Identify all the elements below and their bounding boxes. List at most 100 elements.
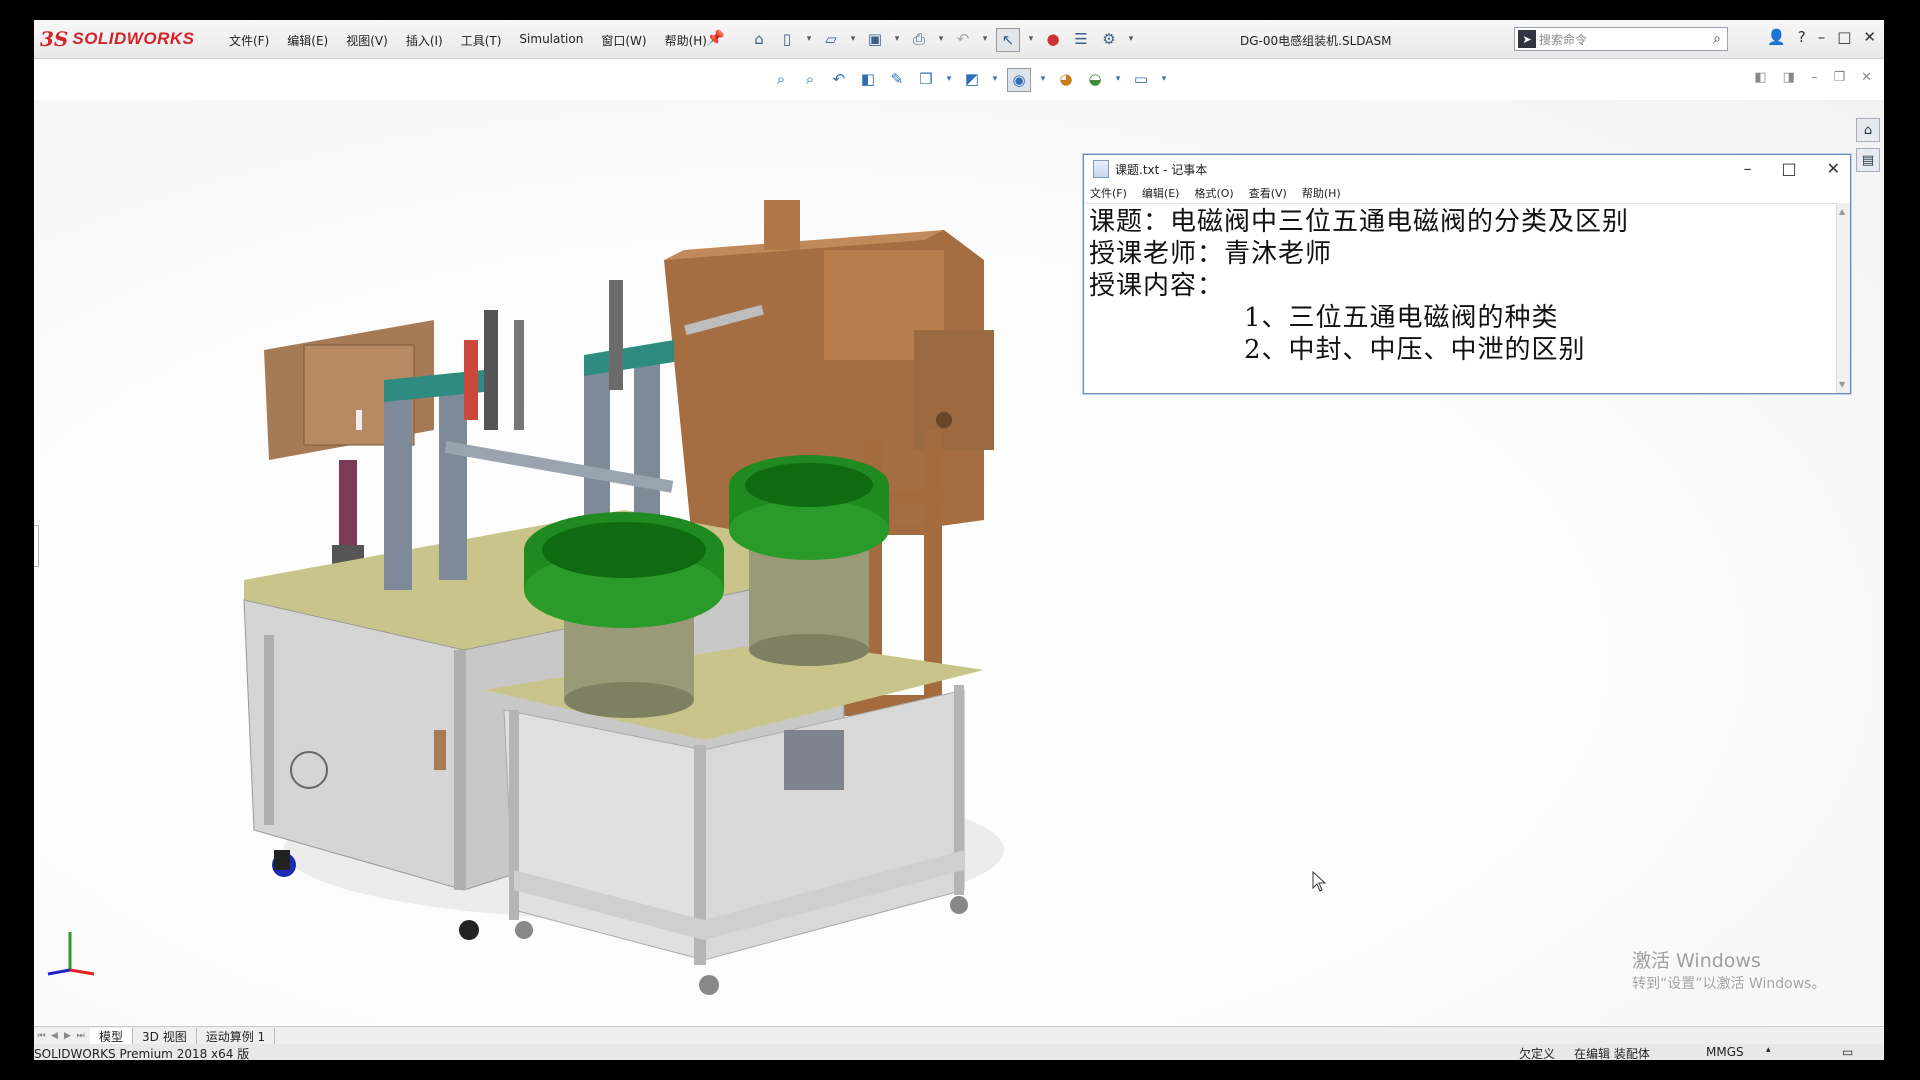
chevron-down-icon[interactable]: ▾: [1159, 68, 1169, 90]
chevron-down-icon[interactable]: ▾: [1113, 68, 1123, 90]
home-icon[interactable]: ⌂: [1856, 118, 1880, 142]
tab-scroll-controls: ⏮ ◀ ▶ ⏭: [36, 1031, 86, 1041]
apply-scene-icon[interactable]: ◒: [1084, 68, 1106, 90]
maximize-icon[interactable]: □: [1837, 28, 1851, 46]
scroll-down-icon[interactable]: ▼: [1839, 380, 1845, 389]
doc-minimize-icon[interactable]: –: [1811, 70, 1818, 85]
print-icon[interactable]: ⎙: [908, 28, 930, 50]
chevron-up-icon[interactable]: ▴: [1766, 1045, 1771, 1055]
save-icon[interactable]: ▣: [864, 28, 886, 50]
home-icon[interactable]: ⌂: [748, 28, 770, 50]
scroll-up-icon[interactable]: ▲: [1839, 207, 1845, 216]
menu-file[interactable]: 文件(F): [220, 32, 278, 49]
file-properties-icon[interactable]: ☰: [1070, 28, 1092, 50]
view-orientation-icon[interactable]: ❒: [915, 68, 937, 90]
notepad-menu-edit[interactable]: 编辑(E): [1142, 185, 1180, 201]
undo-icon[interactable]: ↶: [952, 28, 974, 50]
notepad-text-area[interactable]: 课题：电磁阀中三位五通电磁阀的分类及区别 授课老师：青沐老师 授课内容： 1、三…: [1084, 203, 1836, 393]
doc-close-icon[interactable]: ✕: [1861, 70, 1872, 85]
open-folder-icon[interactable]: ▱: [820, 28, 842, 50]
next-tab-icon[interactable]: ▶: [62, 1031, 73, 1041]
section-view-icon[interactable]: ◧: [857, 68, 879, 90]
command-search-icon: ➤: [1518, 30, 1536, 48]
menu-edit[interactable]: 编辑(E): [278, 32, 337, 49]
units-selector[interactable]: MMGS: [1706, 1045, 1744, 1059]
select-icon[interactable]: ↖: [996, 28, 1020, 52]
pin-icon[interactable]: 📌: [706, 29, 725, 47]
notepad-menu-view[interactable]: 查看(V): [1249, 185, 1287, 201]
chevron-down-icon[interactable]: ▾: [804, 28, 814, 50]
vibratory-bowl-right: [729, 455, 889, 666]
chevron-down-icon[interactable]: ▾: [990, 68, 1000, 90]
feeder-table: [484, 640, 984, 995]
search-command-box[interactable]: ➤ 搜索命令 ⌕: [1514, 27, 1728, 51]
options-gear-icon[interactable]: ⚙: [1098, 28, 1120, 50]
bottom-tab-bar: ⏮ ◀ ▶ ⏭ 模型 3D 视图 运动算例 1: [34, 1026, 1884, 1045]
new-document-icon[interactable]: ▯: [776, 28, 798, 50]
prev-tab-icon[interactable]: ◀: [49, 1031, 60, 1041]
minimize-icon[interactable]: –: [1743, 159, 1751, 178]
zoom-to-fit-icon[interactable]: ⌕: [770, 68, 792, 90]
edit-appearance-icon[interactable]: ◕: [1055, 68, 1077, 90]
zoom-to-area-icon[interactable]: ⌕: [799, 68, 821, 90]
notepad-title: 课题.txt - 记事本: [1115, 162, 1208, 177]
help-icon[interactable]: ?: [1798, 28, 1806, 46]
assembly-model-render[interactable]: [224, 130, 1124, 1010]
rebuild-icon[interactable]: ●: [1042, 28, 1064, 50]
chevron-down-icon[interactable]: ▾: [848, 28, 858, 50]
heads-up-view-toolbar: ⌕ ⌕ ↶ ◧ ✎ ❒ ▾ ◩ ▾ ◉ ▾ ◕ ◒ ▾ ▭ ▾: [770, 68, 1169, 92]
definition-status: 欠定义: [1519, 1047, 1556, 1060]
notepad-menu-format[interactable]: 格式(O): [1194, 185, 1233, 201]
minimize-icon[interactable]: –: [1818, 28, 1826, 46]
menu-simulation[interactable]: Simulation: [510, 32, 592, 49]
menu-insert[interactable]: 插入(I): [397, 32, 452, 49]
coordinate-triad: [47, 932, 95, 976]
notepad-window-controls: – □ ✕: [1743, 159, 1840, 178]
chat-icon[interactable]: ▭: [1842, 1045, 1853, 1059]
notepad-menu-bar: 文件(F) 编辑(E) 格式(O) 查看(V) 帮助(H): [1084, 183, 1850, 203]
maximize-icon[interactable]: □: [1781, 159, 1796, 178]
menu-view[interactable]: 视图(V): [337, 32, 397, 49]
hide-show-items-icon[interactable]: ◉: [1007, 68, 1031, 92]
chevron-down-icon[interactable]: ▾: [944, 68, 954, 90]
first-tab-icon[interactable]: ⏮: [36, 1031, 47, 1041]
version-label: SOLIDWORKS Premium 2018 x64 版: [34, 1047, 250, 1060]
tile-right-icon[interactable]: ◨: [1783, 70, 1795, 85]
chevron-down-icon[interactable]: ▾: [980, 28, 990, 50]
notepad-menu-file[interactable]: 文件(F): [1090, 185, 1127, 201]
tab-model[interactable]: 模型: [90, 1027, 134, 1045]
design-library-icon[interactable]: ▤: [1856, 148, 1880, 172]
document-window-controls: ◧ ◨ – ❐ ✕: [1754, 70, 1872, 85]
view-settings-icon[interactable]: ▭: [1130, 68, 1152, 90]
search-input[interactable]: 搜索命令: [1539, 31, 1713, 48]
chevron-down-icon[interactable]: ▾: [936, 28, 946, 50]
close-icon[interactable]: ✕: [1863, 28, 1876, 46]
chevron-down-icon[interactable]: ▾: [1126, 28, 1136, 50]
chevron-down-icon[interactable]: ▾: [892, 28, 902, 50]
tab-3d-view[interactable]: 3D 视图: [133, 1027, 197, 1045]
notepad-title-bar: 课题.txt - 记事本: [1084, 155, 1850, 183]
title-bar: 3S SOLIDWORKS 文件(F) 编辑(E) 视图(V) 插入(I) 工具…: [34, 20, 1884, 59]
solidworks-logo[interactable]: 3S SOLIDWORKS: [40, 26, 194, 52]
notepad-menu-help[interactable]: 帮助(H): [1302, 185, 1341, 201]
feature-manager-collapse-handle[interactable]: [34, 525, 39, 567]
search-icon[interactable]: ⌕: [1713, 31, 1721, 47]
chevron-down-icon[interactable]: ▾: [1026, 28, 1036, 50]
dynamic-annotation-icon[interactable]: ✎: [886, 68, 908, 90]
close-icon[interactable]: ✕: [1827, 159, 1840, 178]
user-icon[interactable]: 👤: [1767, 28, 1786, 46]
last-tab-icon[interactable]: ⏭: [75, 1031, 86, 1041]
document-title: DG-00电感组装机.SLDASM: [1240, 34, 1392, 48]
chevron-down-icon[interactable]: ▾: [1038, 68, 1048, 90]
menu-tools[interactable]: 工具(T): [452, 32, 511, 49]
standard-toolbar: ⌂ ▯ ▾ ▱ ▾ ▣ ▾ ⎙ ▾ ↶ ▾ ↖ ▾ ● ☰ ⚙ ▾: [748, 28, 1136, 52]
display-style-icon[interactable]: ◩: [961, 68, 983, 90]
notepad-window: 课题.txt - 记事本 – □ ✕ 文件(F) 编辑(E) 格式(O) 查看(…: [1083, 154, 1851, 394]
menu-window[interactable]: 窗口(W): [592, 32, 655, 49]
activation-watermark-title: 激活 Windows: [1632, 950, 1761, 972]
doc-restore-icon[interactable]: ❐: [1833, 70, 1845, 85]
notepad-scrollbar[interactable]: ▲ ▼: [1836, 203, 1850, 393]
tile-left-icon[interactable]: ◧: [1754, 70, 1766, 85]
tab-motion-study-1[interactable]: 运动算例 1: [197, 1027, 276, 1045]
previous-view-icon[interactable]: ↶: [828, 68, 850, 90]
